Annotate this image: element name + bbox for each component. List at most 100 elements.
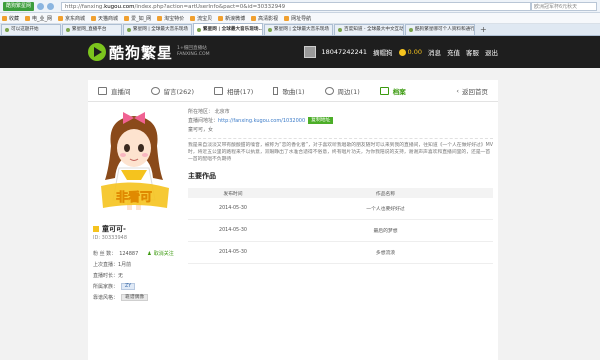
signature: 童可可，女 xyxy=(188,127,214,133)
profile-sidebar: 非看可 童可可- ID: 30333948 粉 丝 数： 124887 ♟ 取消关注… xyxy=(88,108,178,358)
favorite-item[interactable]: 天猫商城 xyxy=(91,15,118,22)
search-input[interactable]: 欧洲冠军杯6元秋天 xyxy=(531,1,597,11)
nav-buttons xyxy=(37,2,55,10)
table-row: 2014-05-30 最后的梦想 xyxy=(188,220,493,242)
favorite-icon xyxy=(251,15,257,21)
tab-favicon-icon xyxy=(409,28,414,32)
table-row: 2014-05-30 多想流浪 xyxy=(188,242,493,264)
tab-merch[interactable]: 周边(1) xyxy=(324,86,360,96)
family-row: 所属家族： ZY xyxy=(93,281,179,292)
gold-coin-icon xyxy=(398,48,406,56)
messages-link[interactable]: 消息 xyxy=(428,47,441,57)
profile-icon xyxy=(379,86,389,95)
works-table: 发布时间 作品名称 2014-05-30 一个人也要好好过 2014-05-30 最后… xyxy=(188,188,493,264)
favorites-bar: 收藏 电_业_网 京东商城 天猫商城 爱_如_网 淘宝特价 流宝贝 新浪微博 高… xyxy=(0,13,600,24)
browser-tab[interactable]: 繁星网 | 全球最大音乐现场 xyxy=(264,24,334,35)
chevron-left-icon: ‹ xyxy=(456,86,459,95)
browser-tab[interactable]: 酷狗繁星哪可个人资料和通行 xyxy=(405,24,476,35)
favorite-icon xyxy=(157,15,163,21)
recharge-link[interactable]: 充值 xyxy=(447,47,460,57)
tab-messages[interactable]: 留言(262) xyxy=(150,86,194,96)
favorite-item[interactable]: 流宝贝 xyxy=(190,15,212,22)
work-title[interactable]: 一个人也要好好过 xyxy=(278,205,493,212)
favorite-icon xyxy=(58,15,64,21)
browser-tab[interactable]: 百度知道 - 全球最大中文互动问 xyxy=(334,24,405,35)
level-badge-icon xyxy=(93,226,99,232)
back-home-link[interactable]: ‹ 返回首页 xyxy=(456,86,488,96)
style-row: 靠谱风格： 靠谱偶像 xyxy=(93,292,179,303)
tab-strip: 可以这题开始 繁星网_直播平台 繁星网 | 全球最大音乐现场 繁星网 | 全球最… xyxy=(0,23,600,36)
tab-favicon-icon xyxy=(5,28,9,32)
favorite-item[interactable]: 淘宝特价 xyxy=(157,15,184,22)
live-duration-row: 直播时长：无 xyxy=(93,273,124,279)
music-icon xyxy=(273,86,279,95)
site-header: 酷狗繁星 1+摄回直播站 FANXING.COM 18047242241 摘帽狗… xyxy=(0,36,600,68)
favorite-icon xyxy=(218,15,224,21)
forward-icon[interactable] xyxy=(47,2,55,10)
browser-tab[interactable]: 繁星网_直播平台 xyxy=(62,24,122,35)
tab-live-room[interactable]: 直播间 xyxy=(98,86,131,96)
site-badge: 酷狗繁星网 xyxy=(3,1,35,11)
user-icon: ♟ xyxy=(147,250,152,257)
new-tab-button[interactable]: + xyxy=(476,25,491,35)
style-chip[interactable]: 靠谱偶像 xyxy=(121,294,149,301)
tab-favicon-icon xyxy=(197,27,202,32)
family-chip[interactable]: ZY xyxy=(121,283,136,290)
tab-favicon-icon xyxy=(66,28,70,32)
works-header: 发布时间 作品名称 xyxy=(188,188,493,198)
work-title[interactable]: 最后的梦想 xyxy=(278,227,493,234)
tv-icon xyxy=(98,86,107,95)
user-nickname[interactable]: 摘帽狗 xyxy=(373,47,393,57)
browser-tab[interactable]: 可以这题开始 xyxy=(1,24,61,35)
table-row: 2014-05-30 一个人也要好好过 xyxy=(188,198,493,220)
browser-tab[interactable]: 繁星网 | 全球最大音乐现场 xyxy=(123,24,193,35)
tab-favicon-icon xyxy=(338,28,343,32)
favorite-item[interactable]: 电_业_网 xyxy=(25,15,52,22)
tab-favicon-icon xyxy=(268,28,273,32)
back-icon[interactable] xyxy=(37,2,45,10)
room-address-row: 直播间地址：http://fanxing.kugou.com/1032000 复制… xyxy=(188,117,493,126)
coin-balance[interactable]: 0.00 xyxy=(398,48,422,56)
tab-photos[interactable]: 相册(17) xyxy=(213,86,253,96)
work-title[interactable]: 多想流浪 xyxy=(278,249,493,256)
profile-details: 所在地区： 北京市 直播间地址：http://fanxing.kugou.com… xyxy=(188,108,493,264)
favorite-icon xyxy=(124,15,130,21)
support-link[interactable]: 客服 xyxy=(466,47,479,57)
bio-text: 我是来自淡淡又带有酸酸甜的嗓音，被称为“恋的香化者”，对于喜欢听我唱歌的朋友随时… xyxy=(188,138,493,163)
favorite-icon xyxy=(2,15,7,21)
favorite-item[interactable]: 爱_如_网 xyxy=(124,15,151,22)
favorite-icon xyxy=(284,15,290,21)
message-icon xyxy=(150,86,160,95)
works-heading: 主要作品 xyxy=(188,172,216,180)
favorite-item[interactable]: 京东商城 xyxy=(58,15,85,22)
browser-tab-active[interactable]: 繁星网 | 全球最大音乐现场.. xyxy=(193,23,264,35)
user-phone[interactable]: 18047242241 xyxy=(322,48,368,56)
kugou-logo-icon[interactable] xyxy=(88,43,106,61)
favorite-icon xyxy=(190,15,196,21)
fans-row: 粉 丝 数： 124887 ♟ 取消关注 xyxy=(93,250,174,258)
tab-profile[interactable]: 档案 xyxy=(379,86,406,96)
unfollow-button[interactable]: ♟ 取消关注 xyxy=(147,250,174,258)
favorite-item[interactable]: 网址导航 xyxy=(284,15,311,22)
user-id: ID: 30333948 xyxy=(93,235,128,241)
streamer-name: 童可可- xyxy=(93,224,126,234)
region: 所在地区： 北京市 xyxy=(188,109,230,115)
profile-subnav: 直播间 留言(262) 相册(17) 歌曲(1) 周边(1) 档案 ‹ 返回首页 xyxy=(88,80,498,102)
location-icon xyxy=(324,86,334,95)
profile-card: 直播间 留言(262) 相册(17) 歌曲(1) 周边(1) 档案 ‹返回首页 xyxy=(88,80,498,360)
url-input[interactable]: http://fanxing.kugou.com/index.php?actio… xyxy=(61,1,531,11)
favorite-item[interactable]: 新浪微博 xyxy=(218,15,245,22)
address-bar: 酷狗繁星网 http://fanxing.kugou.com/index.php… xyxy=(0,0,600,13)
favorite-item[interactable]: 高清影视 xyxy=(251,15,278,22)
fans-count: 124887 xyxy=(119,250,139,257)
logout-link[interactable]: 退出 xyxy=(485,47,498,57)
tab-favicon-icon xyxy=(127,28,131,32)
copy-address-button[interactable]: 复制地址 xyxy=(308,117,334,124)
tab-songs[interactable]: 歌曲(1) xyxy=(273,86,305,96)
room-link[interactable]: http://fanxing.kugou.com/1032000 xyxy=(218,118,305,124)
user-avatar[interactable] xyxy=(303,46,316,58)
favorite-item[interactable]: 收藏 xyxy=(2,15,19,22)
svg-text:非看可: 非看可 xyxy=(116,189,152,204)
site-logo[interactable]: 酷狗繁星 xyxy=(109,42,173,63)
profile-portrait: 非看可 xyxy=(93,108,175,218)
